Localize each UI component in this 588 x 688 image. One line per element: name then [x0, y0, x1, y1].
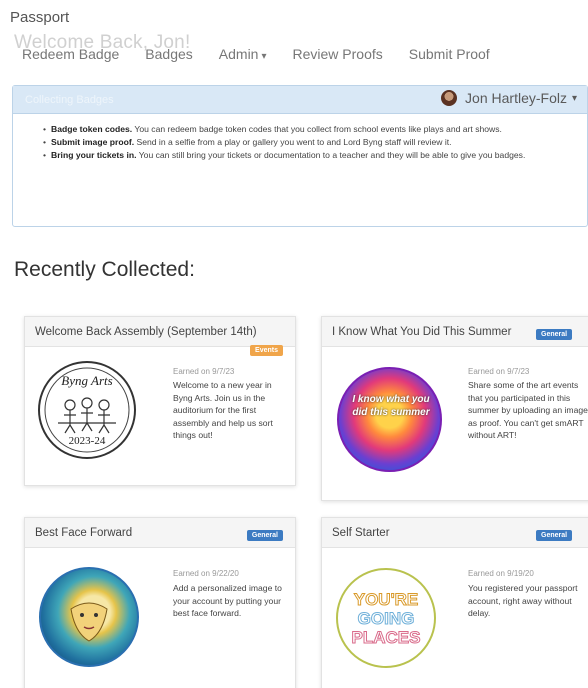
- badge-card-self-starter[interactable]: Self Starter General YOU'RE GOING PLACES…: [321, 517, 588, 688]
- byng-arts-logo-icon: Byng Arts 2023-24: [38, 361, 136, 459]
- nav-admin-label: Admin: [218, 46, 259, 62]
- category-badge: General: [536, 329, 573, 340]
- nav-redeem-badge[interactable]: Redeem Badge: [22, 46, 119, 62]
- logo-year: 2023-24: [68, 435, 106, 447]
- badge-description: Share some of the art events that you pa…: [468, 380, 588, 441]
- card-title: I Know What You Did This Summer: [332, 326, 512, 338]
- item-text: Send in a selfie from a play or gallery …: [134, 137, 452, 147]
- youre-going-places-badge-icon: YOU'RE GOING PLACES: [336, 568, 436, 668]
- badge-description: Add a personalized image to your account…: [173, 583, 282, 619]
- item-heading: Submit image proof.: [51, 137, 135, 147]
- card-header: Welcome Back Assembly (September 14th): [25, 317, 295, 347]
- badge-card-best-face-forward[interactable]: Best Face Forward General Earned on 9/22…: [24, 517, 296, 688]
- list-item: Badge token codes. You can redeem badge …: [43, 123, 577, 135]
- badge-line-3: PLACES: [351, 628, 421, 648]
- item-text: You can redeem badge token codes that yo…: [132, 124, 502, 134]
- logo-title: Byng Arts: [61, 373, 113, 388]
- category-badge: General: [246, 530, 283, 541]
- item-heading: Bring your tickets in.: [51, 150, 137, 160]
- chevron-down-icon: ▾: [571, 92, 577, 104]
- nav-review-proofs[interactable]: Review Proofs: [293, 46, 383, 62]
- summer-badge-icon: I know what you did this summer: [337, 367, 442, 472]
- recently-collected-title: Recently Collected:: [14, 258, 195, 281]
- earned-date: Earned on 9/7/23: [173, 367, 235, 376]
- main-nav: Redeem Badge Badges Admin ▾ Review Proofs…: [22, 46, 516, 62]
- instructions-list: Badge token codes. You can redeem badge …: [13, 114, 587, 161]
- card-title: Welcome Back Assembly (September 14th): [35, 326, 257, 338]
- badge-description: Welcome to a new year in Byng Arts. Join…: [173, 380, 273, 441]
- brand[interactable]: Passport: [10, 9, 69, 26]
- badge-line-2: GOING: [357, 609, 415, 629]
- card-title: Best Face Forward: [35, 527, 133, 539]
- collecting-badges-panel: Collecting Badges Jon Hartley-Folz ▾ Bad…: [12, 85, 588, 227]
- user-menu[interactable]: Jon Hartley-Folz ▾: [441, 90, 577, 106]
- chevron-down-icon: ▾: [261, 51, 267, 62]
- item-text: You can still bring your tickets or docu…: [136, 150, 526, 160]
- nav-badges[interactable]: Badges: [145, 46, 192, 62]
- category-badge: Events: [250, 345, 283, 356]
- earned-date: Earned on 9/19/20: [468, 569, 534, 578]
- panel-title: Collecting Badges: [25, 94, 114, 106]
- list-item: Bring your tickets in. You can still bri…: [43, 149, 577, 161]
- badge-card-summer[interactable]: I Know What You Did This Summer General …: [321, 316, 588, 501]
- badge-description: You registered your passport account, ri…: [468, 583, 578, 619]
- panel-header: Collecting Badges Jon Hartley-Folz ▾: [13, 86, 587, 114]
- earned-date: Earned on 9/22/20: [173, 569, 239, 578]
- avatar: [441, 90, 458, 106]
- list-item: Submit image proof. Send in a selfie fro…: [43, 136, 577, 148]
- earned-date: Earned on 9/7/23: [468, 367, 530, 376]
- summer-badge-text: I know what you did this summer: [352, 394, 430, 418]
- badge-card-welcome-back[interactable]: Welcome Back Assembly (September 14th) E…: [24, 316, 296, 486]
- user-name: Jon Hartley-Folz: [465, 90, 567, 106]
- face-portrait-badge-icon: [39, 567, 139, 667]
- card-title: Self Starter: [332, 527, 390, 539]
- badge-line-1: YOU'RE: [353, 590, 419, 610]
- item-heading: Badge token codes.: [51, 124, 133, 134]
- nav-admin[interactable]: Admin ▾: [219, 46, 267, 62]
- category-badge: General: [536, 530, 573, 541]
- nav-submit-proof[interactable]: Submit Proof: [409, 46, 490, 62]
